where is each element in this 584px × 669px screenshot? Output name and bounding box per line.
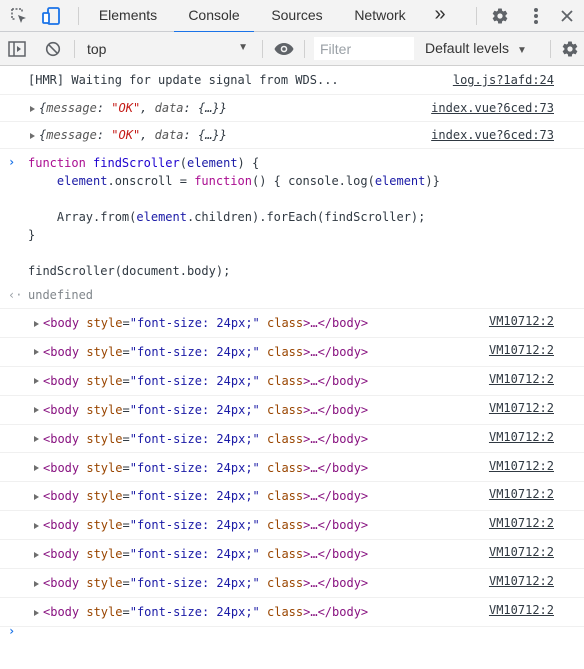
console-settings-gear-icon[interactable] (558, 32, 582, 65)
inspect-element-icon[interactable] (6, 0, 32, 32)
tab-network[interactable]: Network (340, 0, 420, 32)
result-value: undefined (28, 288, 94, 302)
divider (304, 40, 305, 58)
body-element-log[interactable]: <body style="font-size: 24px;" class>…</… (0, 569, 584, 598)
levels-label: Default levels (425, 40, 510, 56)
element-preview[interactable]: <body style="font-size: 24px;" class>…</… (34, 576, 368, 590)
divider (476, 7, 477, 25)
source-link[interactable]: VM10712:2 (489, 459, 554, 473)
code-block: function findScroller(element) { element… (28, 156, 440, 278)
source-link[interactable]: VM10712:2 (489, 343, 554, 357)
body-element-log[interactable]: <body style="font-size: 24px;" class>…</… (0, 425, 584, 454)
element-preview[interactable]: <body style="font-size: 24px;" class>…</… (34, 547, 368, 561)
source-link[interactable]: VM10712:2 (489, 314, 554, 328)
command-result: ‹· undefined (0, 283, 584, 309)
divider (78, 7, 79, 25)
result-arrow-icon: ‹· (8, 288, 23, 302)
element-preview[interactable]: <body style="font-size: 24px;" class>…</… (34, 345, 368, 359)
body-element-log[interactable]: <body style="font-size: 24px;" class>…</… (0, 482, 584, 512)
expand-triangle-icon[interactable] (34, 465, 39, 471)
prompt-chevron-icon: › (8, 155, 16, 169)
element-preview[interactable]: <body style="font-size: 24px;" class>…</… (34, 316, 368, 330)
prompt-chevron-icon: › (8, 624, 16, 638)
javascript-context-select[interactable]: top ▼ (80, 32, 254, 65)
element-preview[interactable]: <body style="font-size: 24px;" class>…</… (34, 489, 368, 503)
expand-triangle-icon[interactable] (34, 609, 39, 616)
dropdown-arrow-icon: ▼ (238, 42, 248, 53)
divider (74, 40, 75, 58)
body-element-log[interactable]: <body style="font-size: 24px;" class>…</… (0, 396, 584, 425)
expand-triangle-icon[interactable] (34, 580, 39, 587)
context-value: top (87, 40, 107, 57)
expand-triangle-icon[interactable] (34, 551, 39, 558)
log-text: [HMR] Waiting for update signal from WDS… (28, 73, 339, 87)
live-expression-eye-icon[interactable] (270, 32, 298, 65)
close-devtools-icon[interactable] (555, 0, 579, 32)
body-element-log[interactable]: <body style="font-size: 24px;" class>…</… (0, 367, 584, 396)
expand-triangle-icon[interactable] (34, 349, 39, 356)
log-message: [HMR] Waiting for update signal from WDS… (0, 66, 584, 95)
device-toolbar-icon[interactable] (38, 0, 64, 32)
settings-gear-icon[interactable] (487, 0, 513, 32)
element-preview[interactable]: <body style="font-size: 24px;" class>…</… (34, 605, 368, 619)
element-preview[interactable]: <body style="font-size: 24px;" class>…</… (34, 403, 368, 417)
command-input-entry: › function findScroller(element) { eleme… (0, 149, 584, 283)
object-log-message[interactable]: {message: "OK", data: {…}} index.vue?6ce… (0, 122, 584, 149)
log-levels-dropdown[interactable]: Default levels ▼ (425, 32, 527, 65)
source-link[interactable]: VM10712:2 (489, 401, 554, 415)
element-preview[interactable]: <body style="font-size: 24px;" class>…</… (34, 374, 368, 388)
tab-sources[interactable]: Sources (258, 0, 336, 32)
body-element-log[interactable]: <body style="font-size: 24px;" class>…</… (0, 309, 584, 338)
element-preview[interactable]: <body style="font-size: 24px;" class>…</… (34, 432, 368, 446)
source-link[interactable]: VM10712:2 (489, 372, 554, 386)
expand-triangle-icon[interactable] (34, 407, 39, 414)
console-toolbar: top ▼ Default levels ▼ (0, 32, 584, 66)
expand-triangle-icon[interactable] (34, 436, 39, 443)
expand-triangle-icon[interactable] (30, 132, 35, 139)
clear-console-icon[interactable] (40, 32, 66, 65)
body-element-log[interactable]: <body style="font-size: 24px;" class>…</… (0, 540, 584, 570)
element-preview[interactable]: <body style="font-size: 24px;" class>…</… (34, 461, 368, 475)
show-sidebar-icon[interactable] (4, 32, 30, 65)
source-link[interactable]: log.js?1afd:24 (453, 73, 554, 87)
source-link[interactable]: index.vue?6ced:73 (431, 101, 554, 115)
object-preview[interactable]: {message: "OK", data: {…}} (30, 101, 227, 115)
source-link[interactable]: index.vue?6ced:73 (431, 128, 554, 142)
element-preview[interactable]: <body style="font-size: 24px;" class>…</… (34, 518, 368, 532)
source-link[interactable]: VM10712:2 (489, 516, 554, 530)
expand-triangle-icon[interactable] (34, 378, 39, 385)
divider (262, 40, 263, 58)
body-element-log[interactable]: <body style="font-size: 24px;" class>…</… (0, 338, 584, 367)
body-element-log[interactable]: <body style="font-size: 24px;" class>…</… (0, 511, 584, 541)
filter-input[interactable] (314, 37, 414, 60)
tab-console[interactable]: Console (174, 0, 254, 33)
expand-triangle-icon[interactable] (34, 522, 39, 529)
console-prompt[interactable]: › (0, 619, 584, 649)
body-element-log[interactable]: <body style="font-size: 24px;" class>…</… (0, 454, 584, 483)
divider (550, 40, 551, 58)
devtools-tabbar: Elements Console Sources Network » (0, 0, 584, 33)
tab-elements[interactable]: Elements (86, 0, 170, 32)
dropdown-arrow-icon: ▼ (517, 45, 527, 56)
source-link[interactable]: VM10712:2 (489, 430, 554, 444)
source-link[interactable]: VM10712:2 (489, 487, 554, 501)
expand-triangle-icon[interactable] (34, 493, 39, 500)
source-link[interactable]: VM10712:2 (489, 603, 554, 617)
source-link[interactable]: VM10712:2 (489, 545, 554, 559)
source-link[interactable]: VM10712:2 (489, 574, 554, 588)
more-options-kebab-icon[interactable] (524, 0, 548, 32)
expand-triangle-icon[interactable] (34, 320, 39, 327)
more-tabs-button[interactable]: » (426, 0, 454, 32)
expand-triangle-icon[interactable] (30, 105, 35, 112)
object-preview[interactable]: {message: "OK", data: {…}} (30, 128, 227, 142)
object-log-message[interactable]: {message: "OK", data: {…}} index.vue?6ce… (0, 95, 584, 122)
